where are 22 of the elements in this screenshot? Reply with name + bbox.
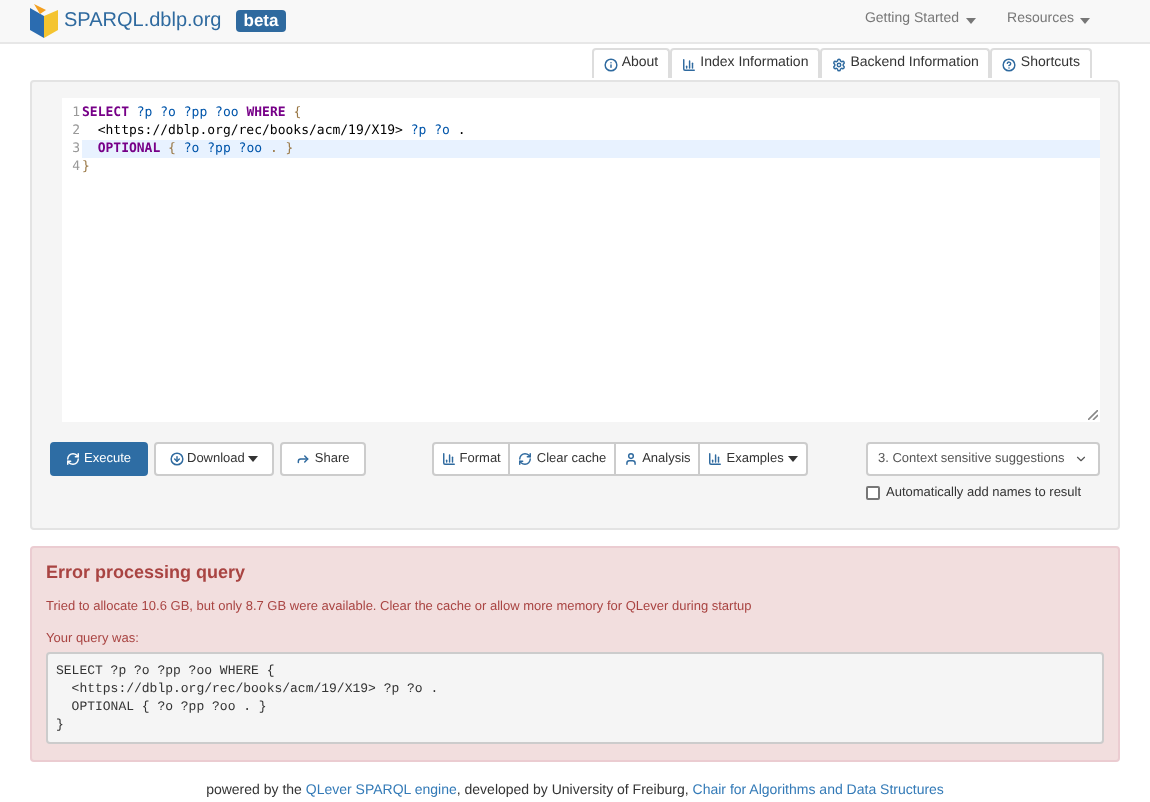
refresh-icon bbox=[66, 452, 80, 466]
settings-icon bbox=[832, 57, 847, 71]
caret-icon bbox=[1080, 18, 1090, 24]
share-icon bbox=[296, 452, 311, 466]
error-title: Error processing query bbox=[46, 560, 248, 586]
chevron-down-icon bbox=[1074, 452, 1088, 466]
bar-chart-icon bbox=[682, 57, 697, 71]
user-icon bbox=[624, 452, 639, 466]
download-icon bbox=[169, 452, 183, 466]
bar-chart-icon bbox=[708, 452, 723, 466]
resize-handle-icon[interactable] bbox=[1088, 410, 1098, 420]
checkbox[interactable] bbox=[866, 486, 880, 501]
caret-icon bbox=[248, 456, 259, 462]
bar-chart-icon bbox=[441, 452, 456, 466]
caret-icon bbox=[965, 18, 976, 24]
caret-icon bbox=[787, 456, 798, 462]
refresh-icon bbox=[518, 452, 533, 466]
help-icon bbox=[1002, 57, 1017, 71]
info-icon bbox=[603, 57, 618, 71]
beta-badge: beta bbox=[235, 10, 287, 32]
brand-name[interactable]: SPARQL.dblp.org bbox=[64, 6, 222, 36]
logo-icon bbox=[28, 3, 60, 39]
